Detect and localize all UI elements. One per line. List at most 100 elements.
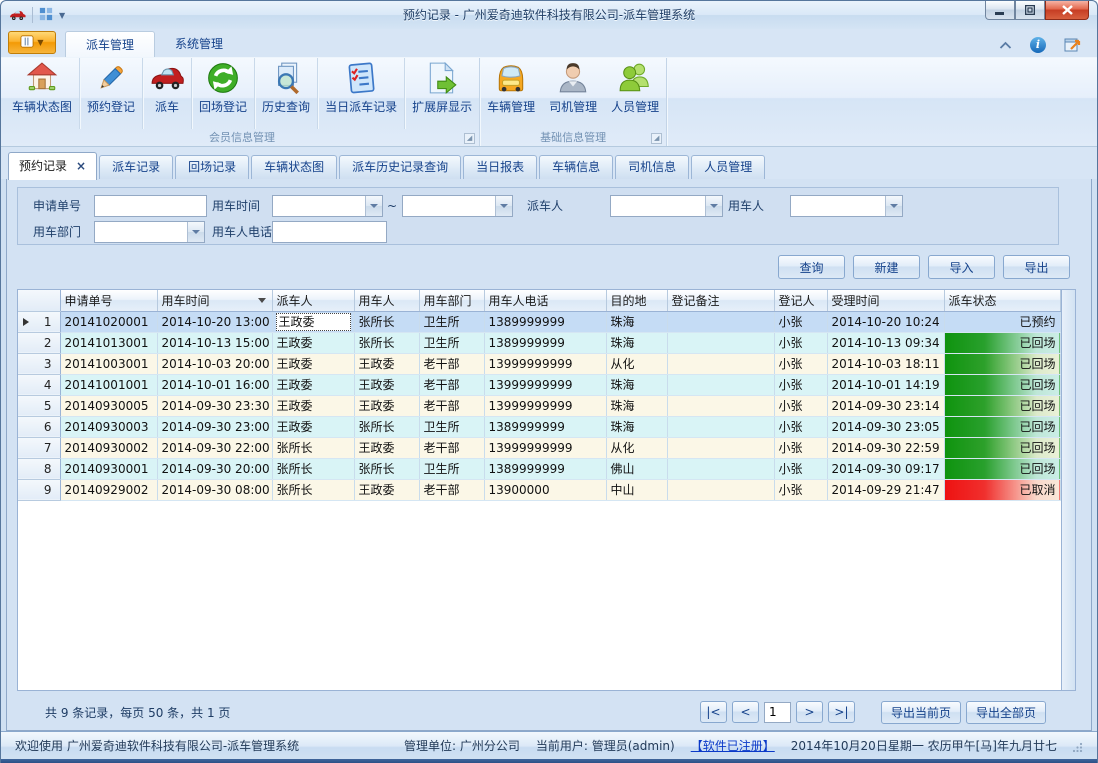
doc-tab-派车历史记录查询[interactable]: 派车历史记录查询 (339, 155, 461, 179)
close-button[interactable] (1045, 1, 1089, 20)
cell-dest[interactable]: 珠海 (606, 374, 667, 395)
cell-user[interactable]: 张所长 (354, 332, 419, 353)
resize-grip-icon[interactable] (1073, 741, 1083, 751)
cell-user[interactable]: 王政委 (354, 479, 419, 500)
cell-order_no[interactable]: 20140930005 (60, 395, 157, 416)
cell-dept[interactable]: 卫生所 (419, 311, 484, 332)
cell-dest[interactable]: 佛山 (606, 458, 667, 479)
cell-dept[interactable]: 卫生所 (419, 332, 484, 353)
cell-accept_time[interactable]: 2014-09-30 23:14 (827, 395, 944, 416)
cell-remark[interactable] (667, 374, 774, 395)
table-row[interactable]: 9201409290022014-09-30 08:00张所长王政委老干部139… (18, 479, 1060, 500)
table-row[interactable]: 4201410010012014-10-01 16:00王政委王政委老干部139… (18, 374, 1060, 395)
cell-dest[interactable]: 珠海 (606, 332, 667, 353)
vertical-scrollbar[interactable] (1061, 290, 1076, 690)
ribbon-tab-派车管理[interactable]: 派车管理 (65, 31, 155, 57)
cell-accept_time[interactable]: 2014-09-30 22:59 (827, 437, 944, 458)
cell-dispatcher[interactable]: 张所长 (272, 437, 354, 458)
cell-order_no[interactable]: 20140930001 (60, 458, 157, 479)
cell-remark[interactable] (667, 395, 774, 416)
dialog-launcher-icon[interactable]: ◢ (464, 133, 475, 144)
minimize-button[interactable] (985, 1, 1015, 20)
cell-user[interactable]: 张所长 (354, 416, 419, 437)
ribbon-button-派车[interactable]: 派车 (142, 58, 191, 129)
cell-accept_time[interactable]: 2014-09-30 23:05 (827, 416, 944, 437)
dropdown-arrow-icon[interactable] (365, 196, 382, 216)
cell-dispatcher[interactable]: 张所长 (272, 479, 354, 500)
help-icon[interactable] (1064, 35, 1083, 55)
phone-input[interactable] (272, 221, 387, 243)
cell-phone[interactable]: 13999999999 (484, 374, 606, 395)
cell-use_time[interactable]: 2014-10-13 15:00 (157, 332, 272, 353)
ribbon-button-预约登记[interactable]: 预约登记 (79, 58, 142, 129)
cell-use_time[interactable]: 2014-09-30 23:30 (157, 395, 272, 416)
cell-use_time[interactable]: 2014-09-30 22:00 (157, 437, 272, 458)
cell-dept[interactable]: 老干部 (419, 437, 484, 458)
cell-registrar[interactable]: 小张 (774, 311, 827, 332)
cell-dept[interactable]: 卫生所 (419, 458, 484, 479)
cell-dest[interactable]: 中山 (606, 479, 667, 500)
cell-dispatcher[interactable]: 王政委 (272, 416, 354, 437)
ribbon-tab-系统管理[interactable]: 系统管理 (155, 31, 243, 57)
column-header-order_no[interactable]: 申请单号 (60, 290, 157, 311)
cell-phone[interactable]: 13999999999 (484, 395, 606, 416)
cell-dest[interactable]: 珠海 (606, 311, 667, 332)
cell-dest[interactable]: 从化 (606, 353, 667, 374)
query-button[interactable]: 查询 (778, 255, 845, 279)
cell-registrar[interactable]: 小张 (774, 458, 827, 479)
table-row[interactable]: 3201410030012014-10-03 20:00王政委王政委老干部139… (18, 353, 1060, 374)
cell-use_time[interactable]: 2014-10-01 16:00 (157, 374, 272, 395)
cell-registrar[interactable]: 小张 (774, 416, 827, 437)
row-header[interactable]: 2 (18, 332, 60, 353)
cell-remark[interactable] (667, 416, 774, 437)
maximize-button[interactable] (1015, 1, 1045, 20)
column-header-user[interactable]: 用车人 (354, 290, 419, 311)
cell-phone[interactable]: 13999999999 (484, 353, 606, 374)
dropdown-arrow-icon[interactable] (885, 196, 902, 216)
status-badge[interactable]: 已回场 (944, 353, 1060, 374)
tab-close-icon[interactable]: × (76, 159, 86, 173)
column-header-remark[interactable]: 登记备注 (667, 290, 774, 311)
column-header-accept_time[interactable]: 受理时间 (827, 290, 944, 311)
cell-use_time[interactable]: 2014-10-20 13:00 (157, 311, 272, 332)
doc-tab-人员管理[interactable]: 人员管理 (691, 155, 765, 179)
focused-cell-editor[interactable]: 王政委 (276, 313, 351, 331)
doc-tab-司机信息[interactable]: 司机信息 (615, 155, 689, 179)
row-header[interactable]: 7 (18, 437, 60, 458)
table-row[interactable]: 6201409300032014-09-30 23:00王政委张所长卫生所138… (18, 416, 1060, 437)
cell-remark[interactable] (667, 458, 774, 479)
row-header[interactable]: 3 (18, 353, 60, 374)
cell-dept[interactable]: 卫生所 (419, 416, 484, 437)
status-badge[interactable]: 已回场 (944, 437, 1060, 458)
row-header[interactable]: 4 (18, 374, 60, 395)
cell-dept[interactable]: 老干部 (419, 353, 484, 374)
cell-use_time[interactable]: 2014-09-30 20:00 (157, 458, 272, 479)
prev-page-button[interactable]: < (732, 701, 759, 723)
doc-tab-回场记录[interactable]: 回场记录 (175, 155, 249, 179)
column-header-dest[interactable]: 目的地 (606, 290, 667, 311)
first-page-button[interactable]: |< (700, 701, 727, 723)
ribbon-button-人员管理[interactable]: 人员管理 (604, 58, 666, 129)
cell-accept_time[interactable]: 2014-10-13 09:34 (827, 332, 944, 353)
row-header[interactable]: 6 (18, 416, 60, 437)
cell-phone[interactable]: 1389999999 (484, 332, 606, 353)
ribbon-button-车辆状态图[interactable]: 车辆状态图 (5, 58, 79, 129)
cell-phone[interactable]: 13999999999 (484, 437, 606, 458)
ribbon-button-司机管理[interactable]: 司机管理 (542, 58, 604, 129)
cell-registrar[interactable]: 小张 (774, 437, 827, 458)
dropdown-arrow-icon[interactable] (705, 196, 722, 216)
dropdown-arrow-icon[interactable] (187, 222, 204, 242)
cell-order_no[interactable]: 20141020001 (60, 311, 157, 332)
cell-registrar[interactable]: 小张 (774, 395, 827, 416)
cell-order_no[interactable]: 20140930003 (60, 416, 157, 437)
cell-user[interactable]: 张所长 (354, 311, 419, 332)
cell-use_time[interactable]: 2014-09-30 23:00 (157, 416, 272, 437)
table-row[interactable]: 7201409300022014-09-30 22:00张所长王政委老干部139… (18, 437, 1060, 458)
cell-dept[interactable]: 老干部 (419, 395, 484, 416)
doc-tab-车辆状态图[interactable]: 车辆状态图 (251, 155, 337, 179)
import-button[interactable]: 导入 (928, 255, 995, 279)
cell-dept[interactable]: 老干部 (419, 374, 484, 395)
cell-dispatcher[interactable]: 王政委 (272, 374, 354, 395)
ribbon-button-回场登记[interactable]: 回场登记 (191, 58, 254, 129)
cell-user[interactable]: 王政委 (354, 395, 419, 416)
